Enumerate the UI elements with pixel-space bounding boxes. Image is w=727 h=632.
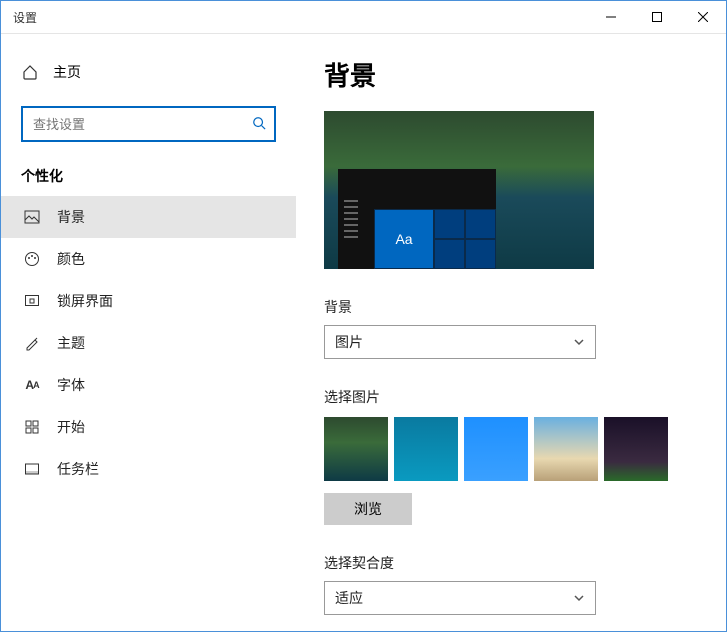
chevron-down-icon	[573, 336, 585, 348]
picture-icon	[23, 208, 41, 226]
search-box[interactable]	[21, 106, 276, 142]
sidebar-item-label: 主题	[57, 333, 85, 353]
window-title: 设置	[1, 9, 37, 26]
titlebar: 设置	[1, 1, 726, 34]
search-container	[21, 106, 276, 142]
sidebar-item-colors[interactable]: 颜色	[1, 238, 296, 280]
start-icon	[23, 418, 41, 436]
sidebar-item-fonts[interactable]: AA 字体	[1, 364, 296, 406]
search-icon	[252, 116, 266, 133]
picture-thumb-1[interactable]	[324, 417, 388, 481]
fit-select[interactable]: 适应	[324, 581, 596, 615]
content-area: 背景 Aa 背景 图片	[296, 34, 726, 631]
home-icon	[21, 63, 39, 81]
picture-thumb-5[interactable]	[604, 417, 668, 481]
preview-start-overlay: Aa	[338, 169, 496, 269]
desktop-preview: Aa	[324, 111, 594, 269]
chevron-down-icon	[573, 592, 585, 604]
window-body: 主页 个性化 背景	[1, 34, 726, 631]
taskbar-icon	[23, 460, 41, 478]
picture-thumb-3[interactable]	[464, 417, 528, 481]
sidebar-item-label: 任务栏	[57, 459, 99, 479]
picture-thumb-2[interactable]	[394, 417, 458, 481]
sidebar-item-label: 背景	[57, 207, 85, 227]
home-label: 主页	[53, 62, 81, 82]
home-link[interactable]: 主页	[1, 52, 296, 92]
background-type-select[interactable]: 图片	[324, 325, 596, 359]
sidebar-item-taskbar[interactable]: 任务栏	[1, 448, 296, 490]
maximize-icon	[652, 12, 662, 22]
preview-sample-text: Aa	[374, 209, 434, 269]
fit-label: 选择契合度	[324, 553, 698, 573]
sidebar: 主页 个性化 背景	[1, 34, 296, 631]
background-type-value: 图片	[335, 332, 363, 352]
browse-button-label: 浏览	[354, 499, 382, 519]
sidebar-item-label: 字体	[57, 375, 85, 395]
settings-window: 设置 主页	[0, 0, 727, 632]
picture-thumbnails	[324, 417, 698, 481]
picture-thumb-4[interactable]	[534, 417, 598, 481]
window-controls	[588, 1, 726, 33]
theme-icon	[23, 334, 41, 352]
font-icon: AA	[23, 376, 41, 394]
search-input[interactable]	[31, 116, 252, 133]
minimize-icon	[606, 12, 616, 22]
palette-icon	[23, 250, 41, 268]
sidebar-item-label: 颜色	[57, 249, 85, 269]
lockscreen-icon	[23, 292, 41, 310]
close-button[interactable]	[680, 1, 726, 33]
sidebar-section-title: 个性化	[21, 166, 296, 186]
background-type-label: 背景	[324, 297, 698, 317]
minimize-button[interactable]	[588, 1, 634, 33]
sidebar-item-background[interactable]: 背景	[1, 196, 296, 238]
choose-picture-label: 选择图片	[324, 387, 698, 407]
sidebar-item-lockscreen[interactable]: 锁屏界面	[1, 280, 296, 322]
sidebar-item-label: 锁屏界面	[57, 291, 113, 311]
sidebar-item-label: 开始	[57, 417, 85, 437]
page-title: 背景	[324, 56, 698, 93]
close-icon	[698, 12, 708, 22]
preview-nav-icon	[338, 169, 374, 269]
fit-value: 适应	[335, 588, 363, 608]
sidebar-item-start[interactable]: 开始	[1, 406, 296, 448]
maximize-button[interactable]	[634, 1, 680, 33]
browse-button[interactable]: 浏览	[324, 493, 412, 525]
sidebar-item-themes[interactable]: 主题	[1, 322, 296, 364]
